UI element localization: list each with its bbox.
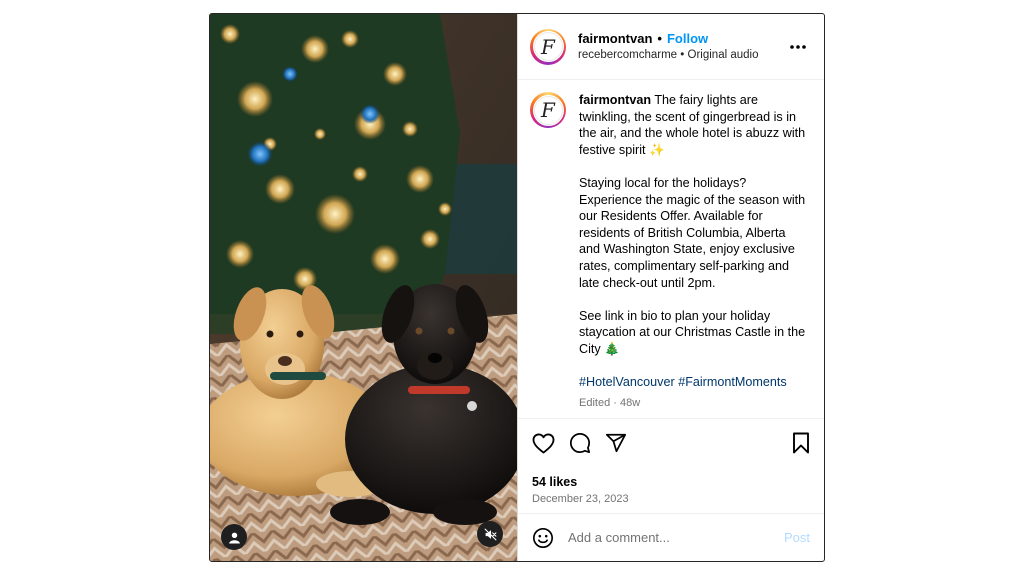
comment-input[interactable]: [568, 530, 784, 545]
audio-source[interactable]: recebercomcharme: [578, 49, 677, 61]
emoji-icon: [533, 527, 553, 548]
author-username[interactable]: fairmontvan: [578, 31, 652, 46]
caption-author-avatar[interactable]: F: [530, 92, 566, 128]
comments-section: F fairmontvan The fairy lights are twink…: [518, 80, 824, 418]
bookmark-icon: [793, 432, 809, 454]
hashtag-link[interactable]: #HotelVancouver: [579, 375, 675, 389]
comment-button[interactable]: [569, 432, 591, 454]
caption-meta: Edited · 48w: [579, 397, 641, 410]
post-media[interactable]: [210, 14, 517, 561]
add-comment-bar: Post: [518, 513, 824, 561]
header-text: fairmontvan • Follow recebercomcharme • Or…: [578, 30, 786, 64]
caption-paragraph-3: See link in bio to plan your holiday sta…: [579, 308, 806, 356]
user-icon: [228, 532, 240, 543]
caption-column: fairmontvan The fairy lights are twinkli…: [579, 92, 807, 418]
tagged-users-button[interactable]: [221, 524, 247, 550]
caption-username[interactable]: fairmontvan: [579, 93, 651, 107]
caption-avatar-logo: F: [532, 94, 564, 126]
more-options-icon: [790, 44, 806, 49]
emoji-button[interactable]: [532, 527, 554, 549]
caption-paragraph-1: fairmontvan The fairy lights are twinkli…: [579, 92, 807, 158]
post-comment-button[interactable]: Post: [784, 530, 810, 545]
post-header: F fairmontvan • Follow recebercomcharme • …: [518, 14, 824, 80]
header-row-author: fairmontvan • Follow: [578, 30, 786, 47]
hashtag-link[interactable]: #FairmontMoments: [678, 375, 786, 389]
caption-paragraph-2: Staying local for the holidays? Experien…: [579, 175, 806, 290]
post-photo: [210, 14, 517, 561]
mute-toggle-button[interactable]: [477, 521, 503, 547]
share-icon: [605, 433, 627, 453]
avatar-logo: F: [532, 31, 564, 62]
more-options-button[interactable]: [786, 35, 810, 59]
post-caption: fairmontvan The fairy lights are twinkli…: [579, 92, 807, 391]
muted-speaker-icon: [484, 528, 496, 540]
audio-separator: •: [680, 48, 685, 61]
save-button[interactable]: [792, 432, 810, 454]
likes-count[interactable]: 54 likes: [532, 475, 810, 489]
post-actions: 54 likes December 23, 2023: [518, 418, 824, 513]
author-avatar[interactable]: F: [530, 28, 566, 65]
heart-icon: [532, 433, 555, 453]
comment-icon: [569, 432, 591, 454]
post-details-panel: F fairmontvan • Follow recebercomcharme • …: [517, 14, 824, 561]
separator-dot: •: [657, 30, 662, 46]
share-button[interactable]: [605, 432, 627, 454]
instagram-post-modal: F fairmontvan • Follow recebercomcharme • …: [209, 13, 825, 562]
post-date[interactable]: December 23, 2023: [532, 493, 810, 505]
header-row-audio: recebercomcharme • Original audio: [578, 47, 786, 64]
audio-label[interactable]: Original audio: [688, 49, 759, 61]
follow-button[interactable]: Follow: [667, 31, 708, 46]
like-button[interactable]: [532, 433, 555, 454]
action-icons-row: [532, 431, 810, 455]
caption-hashtags: #HotelVancouver #FairmontMoments: [579, 374, 807, 391]
